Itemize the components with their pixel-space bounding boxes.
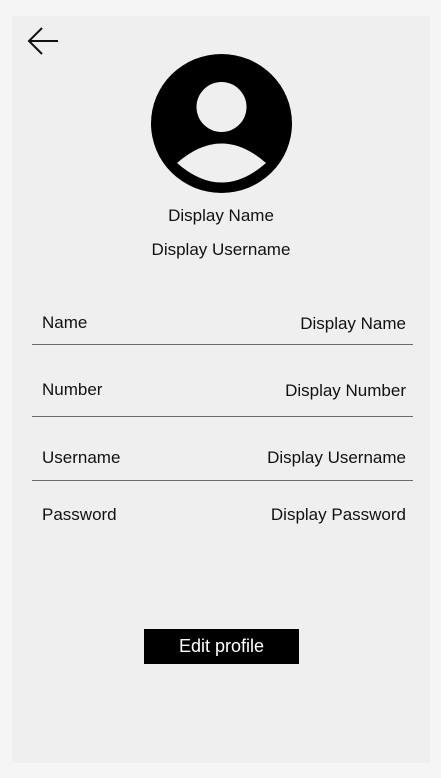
- field-row-name: Name Display Name: [32, 313, 412, 343]
- profile-screen: Display Name Display Username Name Displ…: [12, 16, 430, 763]
- name-label: Name: [42, 313, 88, 332]
- name-value: Display Name: [300, 314, 406, 333]
- field-row-number: Number Display Number: [32, 380, 412, 410]
- username-label: Username: [42, 448, 121, 467]
- password-value: Display Password: [270, 505, 406, 524]
- user-avatar-icon: [151, 54, 292, 193]
- divider: [32, 416, 413, 417]
- username-value: Display Username: [267, 448, 406, 467]
- field-row-password: Password Display Password: [32, 505, 412, 535]
- profile-display-username: Display Username: [151, 240, 291, 259]
- password-label: Password: [42, 505, 117, 524]
- profile-display-name: Display Name: [168, 206, 274, 225]
- divider: [32, 344, 413, 345]
- back-button[interactable]: [26, 24, 60, 58]
- edit-profile-button[interactable]: Edit profile: [144, 629, 299, 664]
- number-label: Number: [42, 380, 103, 399]
- field-row-username: Username Display Username: [32, 448, 412, 478]
- divider: [32, 480, 413, 481]
- number-value: Display Number: [285, 381, 406, 400]
- arrow-left-icon: [27, 27, 58, 55]
